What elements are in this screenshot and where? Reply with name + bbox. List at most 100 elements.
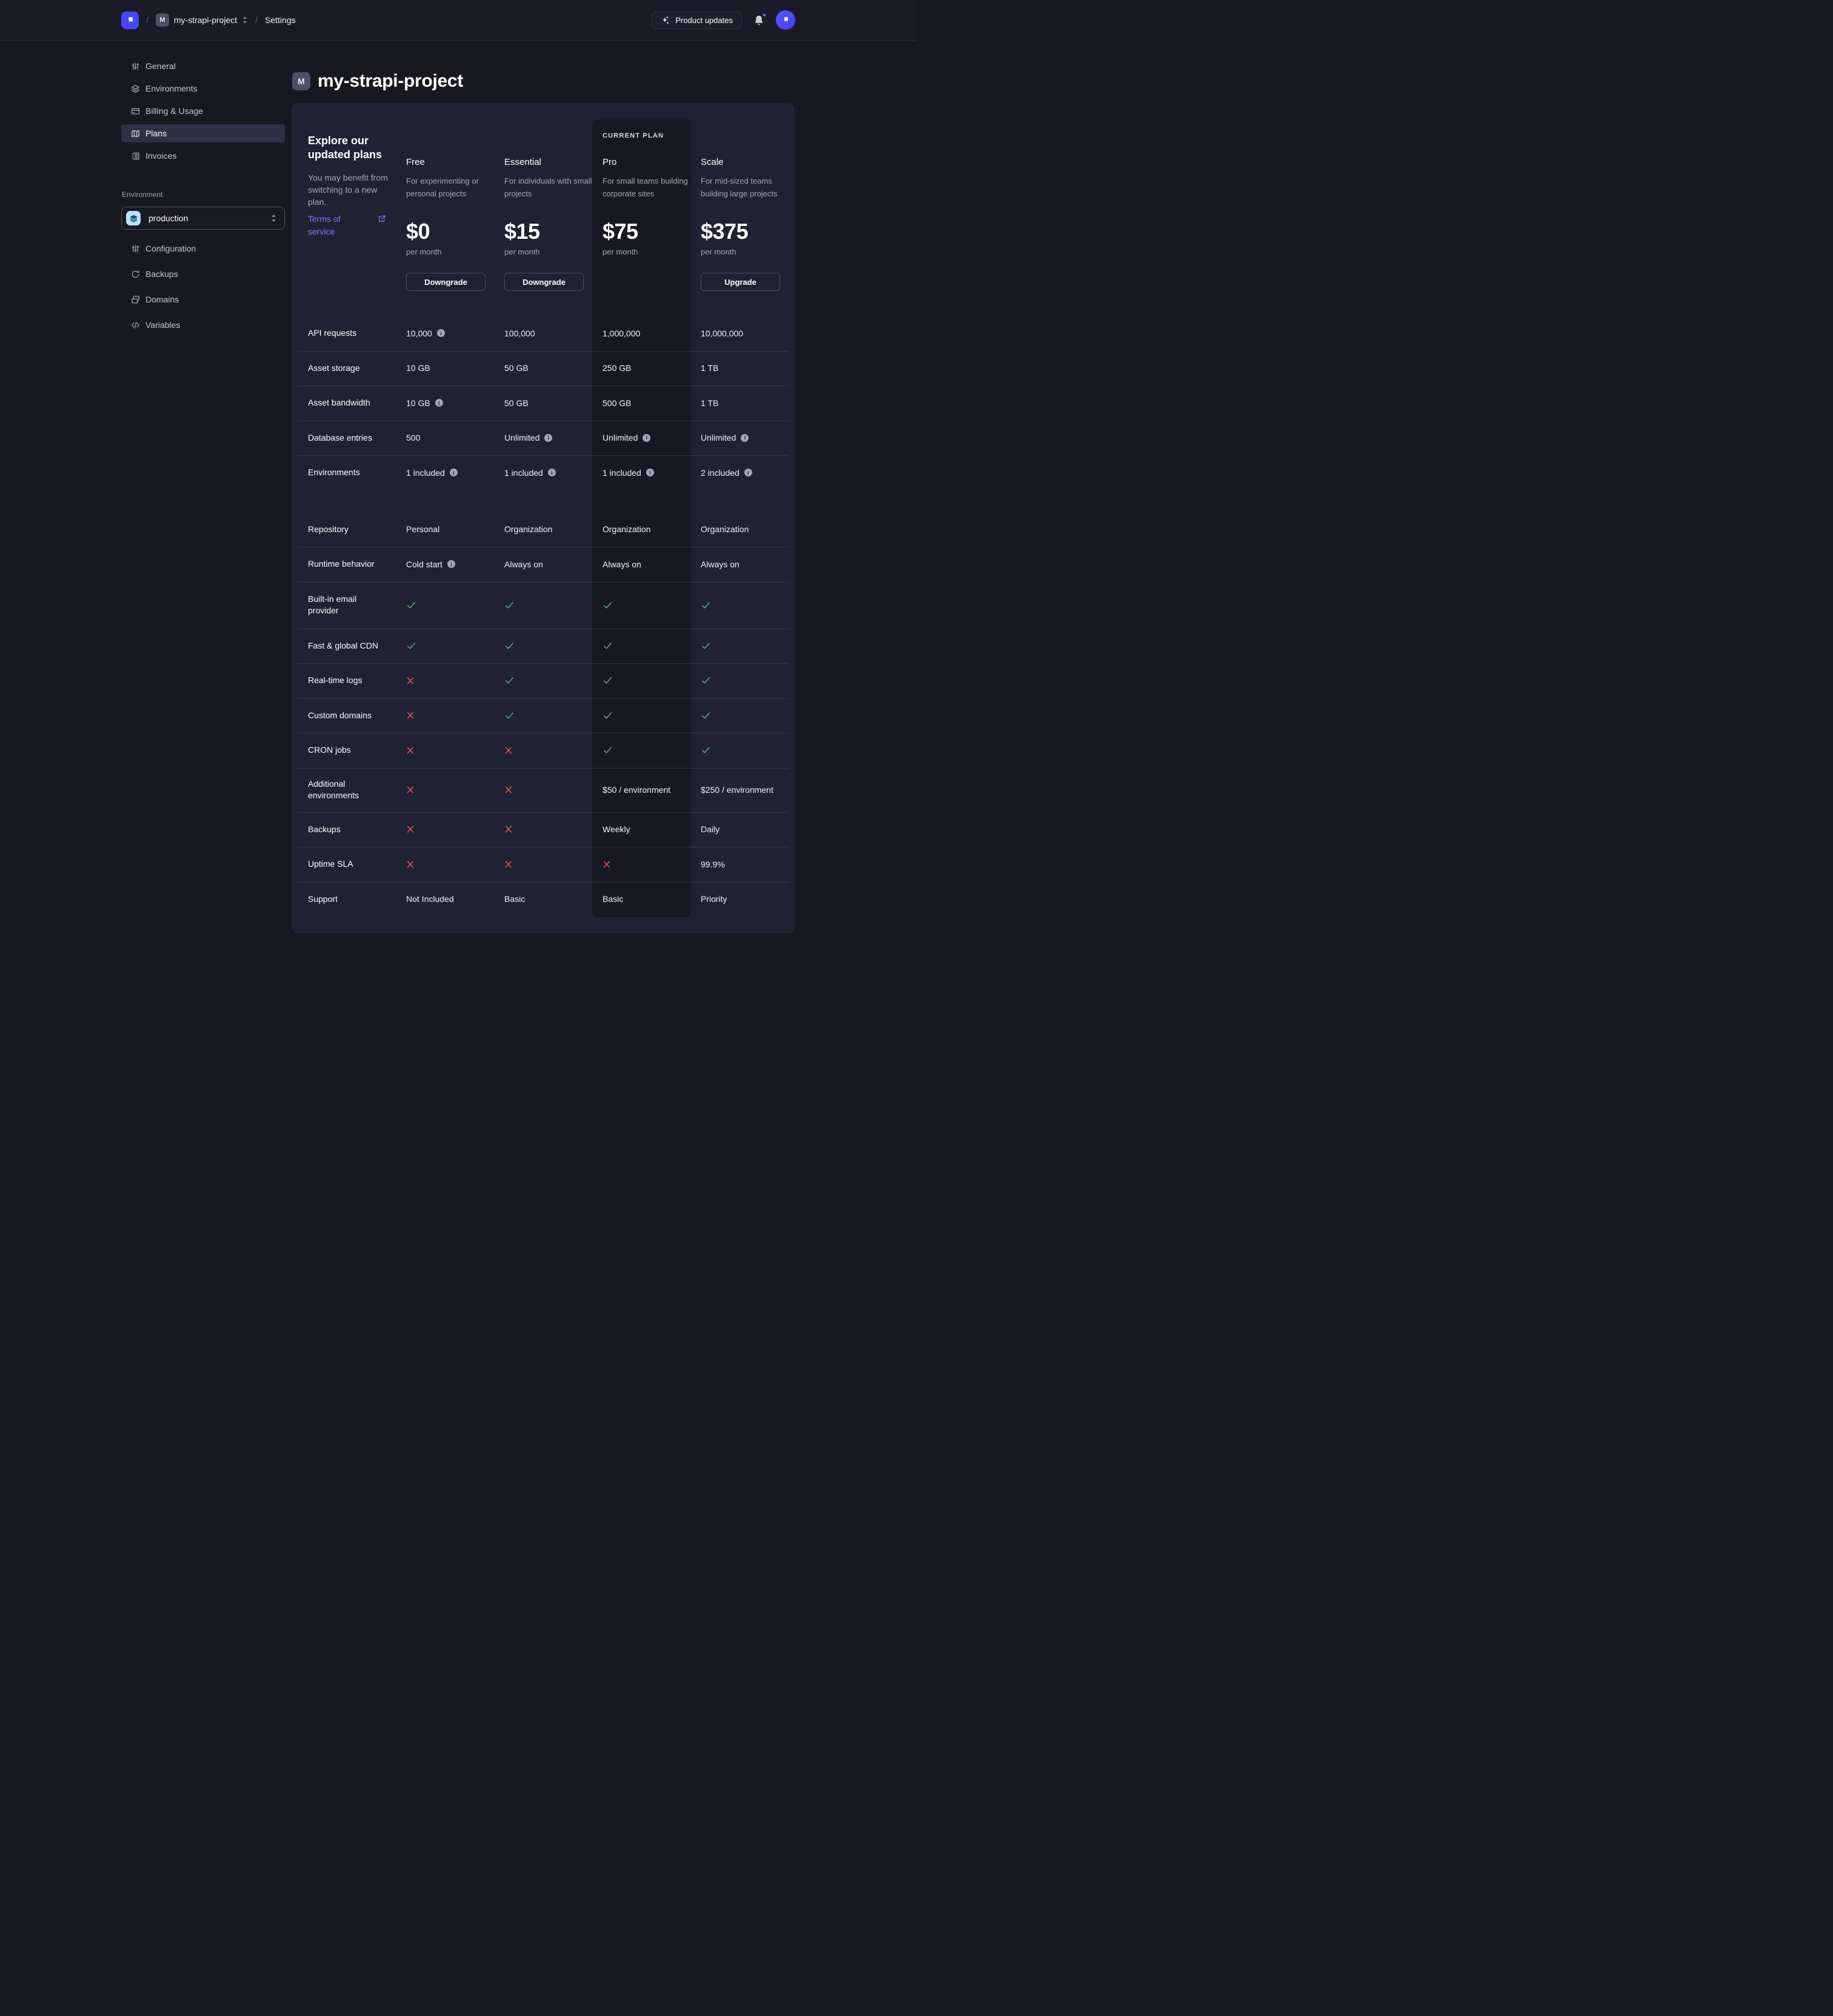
terms-of-service-link[interactable]: Terms of service <box>308 213 356 238</box>
table-cell: 100,000 <box>504 316 603 351</box>
product-updates-label: Product updates <box>675 16 733 25</box>
info-icon[interactable]: i <box>450 469 458 476</box>
cell-value: Not Included <box>406 894 454 904</box>
row-label-text: Environments <box>308 467 360 478</box>
caret-updown-icon <box>242 16 248 24</box>
cell-value: 10 GB <box>406 398 430 408</box>
sidebar-item-plans[interactable]: Plans <box>121 124 285 142</box>
user-avatar[interactable] <box>776 10 795 30</box>
table-cell <box>406 733 504 768</box>
sidebar-item-billing[interactable]: Billing & Usage <box>121 102 285 120</box>
table-cell <box>406 663 504 698</box>
table-cell: 10,000,000 <box>701 316 793 351</box>
row-label-text: Additional environments <box>308 778 381 801</box>
row-label: Runtime behavior <box>293 547 406 582</box>
info-icon[interactable]: i <box>643 434 650 442</box>
check-icon <box>406 600 416 610</box>
sidebar-item-domains[interactable]: Domains <box>121 290 285 309</box>
table-cell: $250 / environment <box>701 768 793 812</box>
table-cell <box>701 733 793 768</box>
table-cell <box>701 663 793 698</box>
plan-price: $0 <box>406 220 504 243</box>
info-icon[interactable]: i <box>447 560 455 568</box>
info-icon[interactable]: i <box>544 434 552 442</box>
cross-icon <box>406 825 415 833</box>
plan-column-pro: CURRENT PLANProFor small teams building … <box>603 104 701 316</box>
table-cell: 1 TB <box>701 386 793 421</box>
table-cell <box>603 847 701 882</box>
table-cell: 500 <box>406 421 504 456</box>
plan-name: Free <box>406 157 504 167</box>
plan-period: per month <box>701 247 793 256</box>
table-cell: Cold starti <box>406 547 504 582</box>
row-label: Asset bandwidth <box>293 386 406 421</box>
breadcrumb-project-selector[interactable]: M my-strapi-project <box>156 13 248 27</box>
cross-icon <box>406 711 415 719</box>
info-icon[interactable]: i <box>437 329 445 337</box>
table-cell: Always on <box>504 547 603 582</box>
downgrade-button[interactable]: Downgrade <box>406 273 486 291</box>
check-icon <box>504 641 515 651</box>
strapi-logo[interactable] <box>121 12 139 29</box>
sidebar-item-backups[interactable]: Backups <box>121 265 285 283</box>
table-cell: Always on <box>603 547 701 582</box>
check-icon <box>603 745 613 755</box>
table-row: Built-in email provider <box>293 582 793 629</box>
table-cell: 10,000i <box>406 316 504 351</box>
downgrade-button[interactable]: Downgrade <box>504 273 584 291</box>
sidebar-item-invoices[interactable]: Invoices <box>121 147 285 165</box>
external-link-icon[interactable] <box>378 215 386 223</box>
environment-select[interactable]: production <box>121 207 285 230</box>
table-cell: Unlimited i <box>701 421 793 456</box>
plans-header: Explore our updated plans You may benefi… <box>293 104 793 316</box>
table-cell: 50 GB <box>504 386 603 421</box>
check-icon <box>603 600 613 610</box>
sidebar-item-general[interactable]: General <box>121 57 285 75</box>
breadcrumb-separator: / <box>145 15 150 25</box>
plans-intro-body: You may benefit from switching to a new … <box>308 172 388 208</box>
sidebar-item-environments[interactable]: Environments <box>121 79 285 98</box>
sidebar-item-label: Backups <box>145 269 178 279</box>
plans-comparison-card: Explore our updated plans You may benefi… <box>292 104 794 933</box>
sidebar-item-variables[interactable]: Variables <box>121 316 285 334</box>
table-cell <box>406 768 504 812</box>
cell-value: Organization <box>701 524 749 534</box>
cell-value: Always on <box>603 559 641 569</box>
table-cell <box>406 847 504 882</box>
table-cell: $50 / environment <box>603 768 701 812</box>
table-cell: 1 includedi <box>406 455 504 490</box>
info-icon[interactable]: i <box>435 399 443 407</box>
row-label-text: Backups <box>308 824 341 835</box>
table-cell: Weekly <box>603 812 701 847</box>
check-icon <box>406 641 416 651</box>
product-updates-button[interactable]: Product updates <box>652 12 742 29</box>
row-label-text: Built-in email provider <box>308 593 381 616</box>
table-cell <box>701 698 793 733</box>
table-cell <box>406 812 504 847</box>
sidebar-item-configuration[interactable]: Configuration <box>121 239 285 258</box>
table-row: Asset storage10 GB50 GB250 GB1 TB <box>293 351 793 386</box>
info-icon[interactable]: i <box>744 469 752 476</box>
current-plan-badge: CURRENT PLAN <box>603 132 664 139</box>
table-row: Database entries500UnlimitediUnlimitediU… <box>293 421 793 456</box>
table-cell <box>504 629 603 664</box>
cell-value: 1 TB <box>701 398 718 408</box>
info-icon[interactable]: i <box>741 434 749 442</box>
table-cell <box>504 847 603 882</box>
table-cell <box>406 629 504 664</box>
table-cell: Personal <box>406 512 504 547</box>
info-icon[interactable]: i <box>548 469 556 476</box>
table-cell <box>603 582 701 629</box>
notifications-button[interactable] <box>753 15 764 26</box>
table-cell: Basic <box>504 882 603 917</box>
row-label-text: Runtime behavior <box>308 558 375 570</box>
upgrade-button[interactable]: Upgrade <box>701 273 780 291</box>
strapi-mark-icon <box>125 15 135 25</box>
table-cell <box>504 733 603 768</box>
info-icon[interactable]: i <box>646 469 654 476</box>
table-row: RepositoryPersonalOrganizationOrganizati… <box>293 512 793 547</box>
receipt-icon <box>131 152 140 161</box>
row-label-text: Support <box>308 893 338 905</box>
cell-value: 250 GB <box>603 363 631 373</box>
cell-value: Unlimited <box>701 433 736 442</box>
